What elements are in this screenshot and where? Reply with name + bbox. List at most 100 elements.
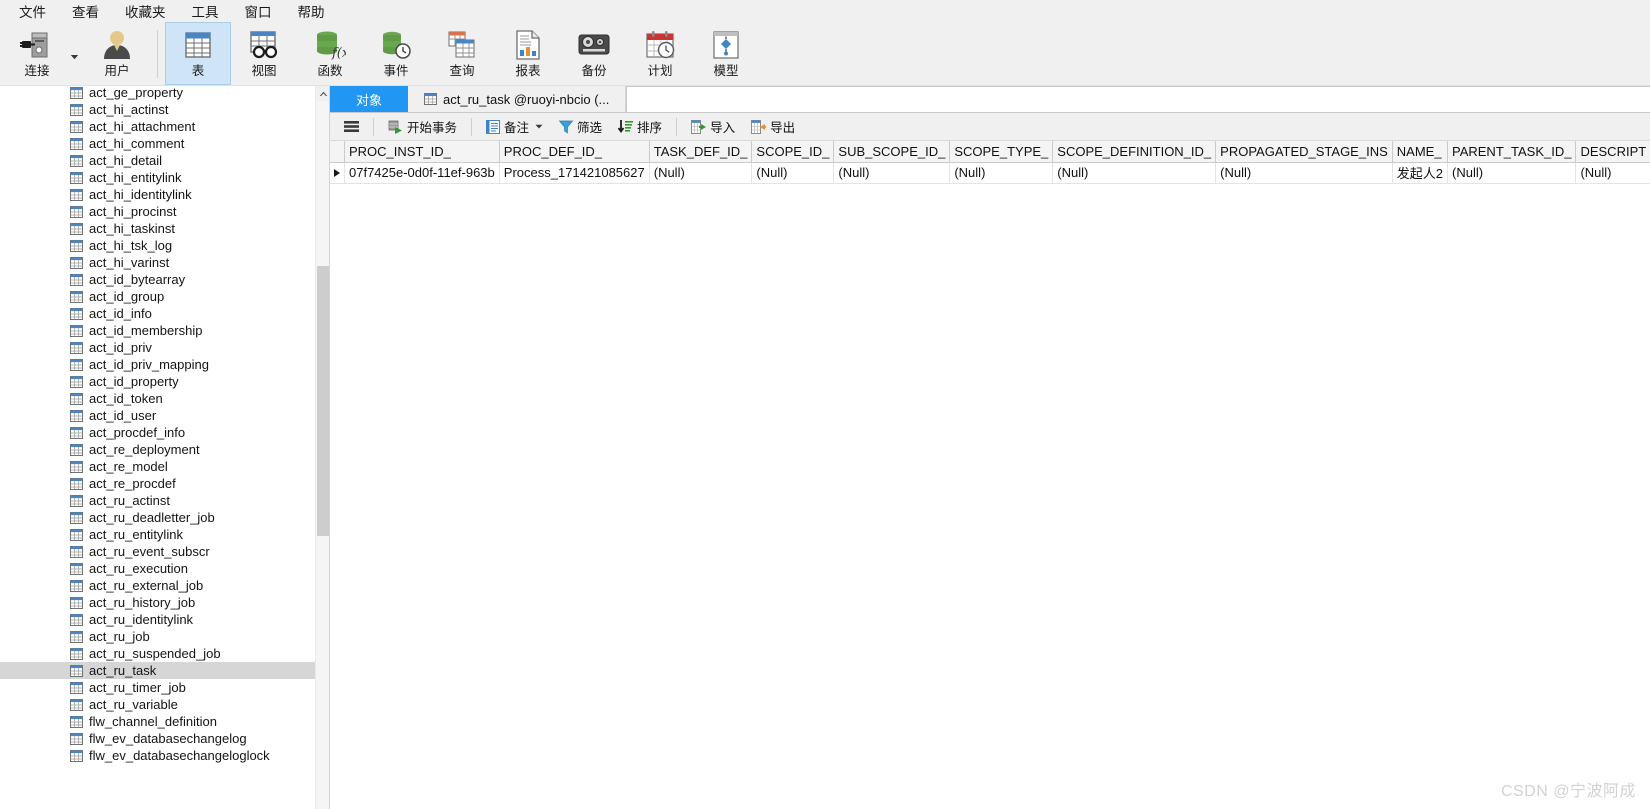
table-list-item[interactable]: act_hi_actinst — [0, 101, 315, 118]
table-list-item[interactable]: act_ru_external_job — [0, 577, 315, 594]
chevron-down-icon[interactable] — [535, 122, 543, 131]
table-list-item[interactable]: act_ru_deadletter_job — [0, 509, 315, 526]
tab-act-ru-task[interactable]: act_ru_task @ruoyi-nbcio (... — [408, 86, 627, 112]
menu-help[interactable]: 帮助 — [285, 0, 338, 23]
table-list-item[interactable]: act_ru_entitylink — [0, 526, 315, 543]
grid-cell[interactable]: (Null) — [1447, 162, 1577, 184]
grid-column-header[interactable]: SCOPE_TYPE_ — [949, 141, 1054, 163]
ribbon-button-table[interactable]: 表 — [165, 22, 231, 85]
menu-view[interactable]: 查看 — [59, 0, 112, 23]
grid-column-header[interactable]: PROC_INST_ID_ — [344, 141, 500, 163]
ribbon-button-backup[interactable]: 备份 — [561, 22, 627, 85]
menu-favorites[interactable]: 收藏夹 — [112, 0, 179, 23]
table-list-item[interactable]: act_id_token — [0, 390, 315, 407]
grid-cell[interactable]: (Null) — [751, 162, 835, 184]
table-list-item[interactable]: act_hi_attachment — [0, 118, 315, 135]
grid-cell[interactable]: 07f7425e-0d0f-11ef-963b — [344, 162, 500, 184]
grid-column-header[interactable]: SCOPE_ID_ — [751, 141, 835, 163]
ribbon-button-event[interactable]: 事件 — [363, 22, 429, 85]
sidebar-scroll-thumb[interactable] — [317, 266, 329, 536]
table-list-item[interactable]: act_id_bytearray — [0, 271, 315, 288]
grid-column-header[interactable]: TASK_DEF_ID_ — [649, 141, 753, 163]
sidebar-scrollbar[interactable] — [315, 86, 329, 809]
ribbon-button-user[interactable]: 用户 — [84, 22, 150, 85]
sort-button[interactable]: 排序 — [610, 116, 670, 138]
table-list-item[interactable]: act_id_membership — [0, 322, 315, 339]
table-list-item[interactable]: act_hi_taskinst — [0, 220, 315, 237]
table-list-item[interactable]: act_procdef_info — [0, 424, 315, 441]
table-list-item[interactable]: act_id_user — [0, 407, 315, 424]
filter-button[interactable]: 筛选 — [551, 116, 610, 138]
tab-objects[interactable]: 对象 — [330, 86, 409, 112]
menu-tools[interactable]: 工具 — [179, 0, 232, 23]
grid-cell[interactable]: (Null) — [649, 162, 753, 184]
table-list-item[interactable]: act_ru_identitylink — [0, 611, 315, 628]
table-list-item[interactable]: act_id_priv — [0, 339, 315, 356]
table-list-item[interactable]: act_ru_job — [0, 628, 315, 645]
ribbon-button-view[interactable]: 视图 — [231, 22, 297, 85]
export-button[interactable]: 导出 — [743, 116, 803, 138]
begin-transaction-button[interactable]: 开始事务 — [380, 116, 465, 138]
table-list-item[interactable]: act_hi_entitylink — [0, 169, 315, 186]
table-list-item[interactable]: act_re_procdef — [0, 475, 315, 492]
table-list-item[interactable]: act_re_deployment — [0, 441, 315, 458]
table-list-item[interactable]: act_hi_detail — [0, 152, 315, 169]
table-list-item[interactable]: act_hi_identitylink — [0, 186, 315, 203]
grid-column-header[interactable]: SCOPE_DEFINITION_ID_ — [1052, 141, 1217, 163]
table-row[interactable]: 07f7425e-0d0f-11ef-963b Process_171421085… — [330, 162, 1650, 184]
table-icon — [70, 205, 83, 218]
grid-cell[interactable]: Process_171421085627 — [499, 162, 650, 184]
ribbon-button-connection[interactable]: 连接 — [4, 22, 70, 85]
grid-column-header[interactable]: PARENT_TASK_ID_ — [1447, 141, 1577, 163]
table-list-item[interactable]: act_ru_event_subscr — [0, 543, 315, 560]
table-list-item[interactable]: act_id_priv_mapping — [0, 356, 315, 373]
table-list-item[interactable]: flw_ev_databasechangeloglock — [0, 747, 315, 764]
table-list-item[interactable]: act_id_info — [0, 305, 315, 322]
table-list-item[interactable]: act_ru_history_job — [0, 594, 315, 611]
ribbon-button-schedule[interactable]: 计划 — [627, 22, 693, 85]
table-list-item[interactable]: flw_ev_databasechangelog — [0, 730, 315, 747]
table-list-item[interactable]: act_hi_varinst — [0, 254, 315, 271]
table-list-item-label: flw_ev_databasechangeloglock — [89, 748, 270, 763]
table-list-item[interactable]: act_ru_suspended_job — [0, 645, 315, 662]
table-list-item[interactable]: act_ru_actinst — [0, 492, 315, 509]
ribbon-button-model[interactable]: 模型 — [693, 22, 759, 85]
menu-file[interactable]: 文件 — [6, 0, 59, 23]
table-list-item[interactable]: act_ru_task — [0, 662, 315, 679]
grid-column-header[interactable]: PROPAGATED_STAGE_INS — [1215, 141, 1393, 163]
table-list-item[interactable]: act_ru_timer_job — [0, 679, 315, 696]
table-list-item[interactable]: act_id_group — [0, 288, 315, 305]
grid-cell[interactable]: (Null) — [1575, 162, 1650, 184]
table-list-item[interactable]: act_hi_tsk_log — [0, 237, 315, 254]
table-list-item[interactable]: act_ru_execution — [0, 560, 315, 577]
grid-cell[interactable]: (Null) — [833, 162, 951, 184]
table-list-item[interactable]: act_ru_variable — [0, 696, 315, 713]
grid-column-header[interactable]: DESCRIPT — [1575, 141, 1650, 163]
grid-column-header[interactable]: PROC_DEF_ID_ — [499, 141, 650, 163]
grid-column-header[interactable]: SUB_SCOPE_ID_ — [833, 141, 951, 163]
table-list[interactable]: act_ge_property act_hi_actinst act_hi_at… — [0, 86, 315, 809]
grid-menu-button[interactable] — [336, 116, 367, 138]
data-grid[interactable]: PROC_INST_ID_ PROC_DEF_ID_ TASK_DEF_ID_ SCO… — [330, 141, 1650, 184]
grid-cell[interactable]: (Null) — [1215, 162, 1393, 184]
grid-column-header[interactable]: NAME_ — [1392, 141, 1449, 163]
table-list-item[interactable]: act_hi_comment — [0, 135, 315, 152]
ribbon-button-report[interactable]: 报表 — [495, 22, 561, 85]
connection-dropdown-caret-icon[interactable] — [70, 22, 84, 85]
data-grid-container[interactable]: PROC_INST_ID_ PROC_DEF_ID_ TASK_DEF_ID_ SCO… — [330, 141, 1650, 809]
table-list-item[interactable]: act_hi_procinst — [0, 203, 315, 220]
ribbon-button-query[interactable]: 查询 — [429, 22, 495, 85]
table-list-item[interactable]: act_re_model — [0, 458, 315, 475]
table-list-item[interactable]: act_ge_property — [0, 86, 315, 101]
grid-cell[interactable]: (Null) — [1052, 162, 1217, 184]
ribbon-button-function[interactable]: f(x) 函数 — [297, 22, 363, 85]
table-list-item[interactable]: act_id_property — [0, 373, 315, 390]
import-button[interactable]: 导入 — [683, 116, 743, 138]
table-list-item-label: act_id_token — [89, 391, 163, 406]
note-button[interactable]: 备注 — [478, 116, 551, 138]
grid-cell[interactable]: 发起人2 — [1392, 162, 1449, 184]
menu-window[interactable]: 窗口 — [232, 0, 285, 23]
table-list-item[interactable]: flw_channel_definition — [0, 713, 315, 730]
scroll-up-arrow-icon[interactable] — [316, 86, 329, 101]
grid-cell[interactable]: (Null) — [949, 162, 1054, 184]
